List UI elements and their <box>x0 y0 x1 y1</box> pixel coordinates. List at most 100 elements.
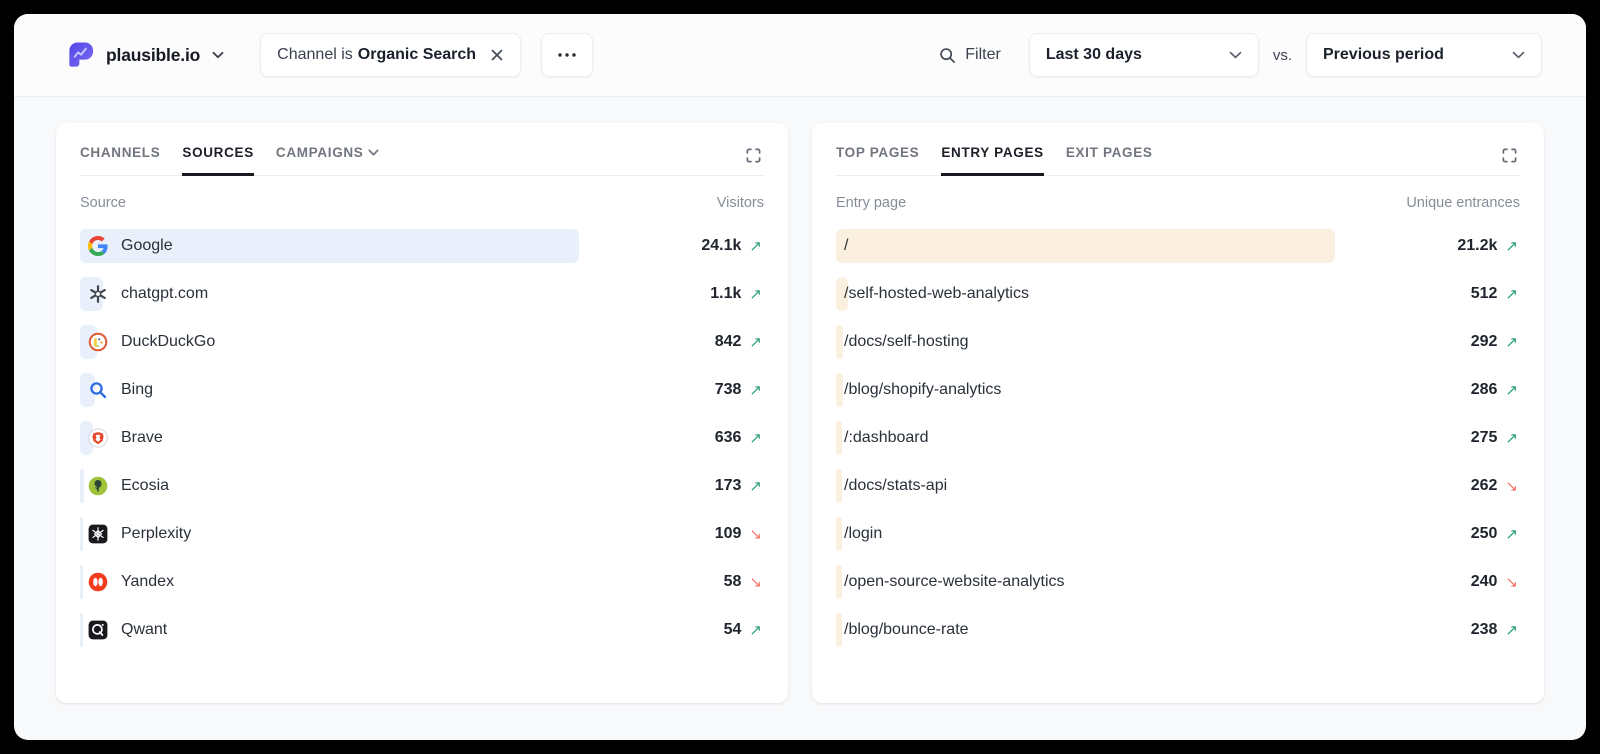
date-range-value: Last 30 days <box>1045 46 1142 63</box>
trend-up-icon: ↗ <box>749 333 762 351</box>
tab-entry-pages[interactable]: ENTRY PAGES <box>941 145 1045 176</box>
tab-campaigns[interactable]: CAMPAIGNS <box>276 145 380 175</box>
row-value: 275 <box>1470 429 1498 446</box>
row-value: 738 <box>714 381 742 398</box>
trend-up-icon: ↗ <box>749 429 762 447</box>
trend-up-icon: ↗ <box>749 237 762 255</box>
tab-label: CAMPAIGNS <box>275 145 364 160</box>
dashboard-body: CHANNELS SOURCES CAMPAIGNS Source Visito… <box>14 97 1586 703</box>
list-item[interactable]: chatgpt.com 1.1k ↗ <box>80 270 764 318</box>
list-item[interactable]: /:dashboard 275 ↗ <box>836 414 1520 462</box>
filter-button[interactable]: Filter <box>939 46 1001 64</box>
qwant-icon <box>88 620 108 640</box>
row-value: 292 <box>1470 333 1498 350</box>
list-item[interactable]: Brave 636 ↗ <box>80 414 764 462</box>
trend-up-icon: ↗ <box>1505 429 1518 447</box>
sources-card: CHANNELS SOURCES CAMPAIGNS Source Visito… <box>56 123 788 703</box>
filter-chip-prefix: Channel is <box>277 46 353 63</box>
list-item[interactable]: / 21.2k ↗ <box>836 222 1520 270</box>
site-switcher[interactable]: plausible.io <box>66 40 224 70</box>
list-item[interactable]: /docs/stats-api 262 ↘ <box>836 462 1520 510</box>
column-header-right: Visitors <box>716 195 764 211</box>
pages-card: TOP PAGES ENTRY PAGES EXIT PAGES Entry p… <box>812 123 1544 703</box>
tab-sources[interactable]: SOURCES <box>182 145 254 176</box>
trend-up-icon: ↗ <box>749 621 762 639</box>
trend-up-icon: ↗ <box>1505 621 1518 639</box>
list-item[interactable]: /blog/shopify-analytics 286 ↗ <box>836 366 1520 414</box>
trend-down-icon: ↘ <box>749 573 762 591</box>
row-label: /self-hosted-web-analytics <box>844 285 1029 302</box>
row-label: /docs/stats-api <box>844 477 948 494</box>
topbar-right: Filter Last 30 days vs. Previous period <box>939 33 1542 77</box>
row-label: Google <box>121 237 173 254</box>
app-window: plausible.io Channel is Organic Search F… <box>14 14 1586 740</box>
column-header-left: Entry page <box>836 195 907 211</box>
list-item[interactable]: /login 250 ↗ <box>836 510 1520 558</box>
row-value: 58 <box>723 573 742 590</box>
row-value: 54 <box>723 621 742 638</box>
trend-down-icon: ↘ <box>1505 573 1518 591</box>
trend-up-icon: ↗ <box>1505 237 1518 255</box>
tab-channels[interactable]: CHANNELS <box>80 145 160 175</box>
row-label: /blog/shopify-analytics <box>844 381 1002 398</box>
expand-icon[interactable] <box>1499 145 1520 166</box>
list-item[interactable]: /blog/bounce-rate 238 ↗ <box>836 606 1520 654</box>
close-icon[interactable] <box>490 48 504 62</box>
row-label: /blog/bounce-rate <box>844 621 969 638</box>
tab-label: SOURCES <box>182 145 254 160</box>
list-item[interactable]: Ecosia 173 ↗ <box>80 462 764 510</box>
row-label: Ecosia <box>121 477 170 494</box>
trend-up-icon: ↗ <box>1505 525 1518 543</box>
vs-label: vs. <box>1272 46 1292 64</box>
bing-icon <box>88 380 108 400</box>
list-item[interactable]: Perplexity 109 ↘ <box>80 510 764 558</box>
list-item[interactable]: Bing 738 ↗ <box>80 366 764 414</box>
row-value: 250 <box>1470 525 1498 542</box>
more-filters-button[interactable] <box>541 33 594 77</box>
topbar: plausible.io Channel is Organic Search F… <box>14 14 1586 97</box>
row-label: DuckDuckGo <box>121 333 216 350</box>
row-value: 1.1k <box>710 285 742 302</box>
expand-icon[interactable] <box>743 145 764 166</box>
column-header-right: Unique entrances <box>1406 195 1520 211</box>
pages-column-headers: Entry page Unique entrances <box>836 176 1520 222</box>
row-label: Brave <box>121 429 163 446</box>
list-item[interactable]: Google 24.1k ↗ <box>80 222 764 270</box>
list-item[interactable]: Qwant 54 ↗ <box>80 606 764 654</box>
compare-value: Previous period <box>1323 46 1444 63</box>
tab-label: EXIT PAGES <box>1065 145 1153 160</box>
filter-chip-value: Organic Search <box>357 46 477 63</box>
row-value: 21.2k <box>1457 237 1498 254</box>
date-range-select[interactable]: Last 30 days <box>1028 33 1259 77</box>
row-value: 636 <box>714 429 742 446</box>
list-item[interactable]: DuckDuckGo 842 ↗ <box>80 318 764 366</box>
filter-chip-channel[interactable]: Channel is Organic Search <box>260 33 522 77</box>
tab-top-pages[interactable]: TOP PAGES <box>836 145 919 175</box>
compare-select[interactable]: Previous period <box>1306 33 1542 77</box>
row-label: /:dashboard <box>844 429 929 446</box>
search-icon <box>939 47 956 64</box>
chevron-down-icon <box>212 51 224 59</box>
row-label: /login <box>844 525 883 542</box>
perplexity-icon <box>88 524 108 544</box>
list-item[interactable]: Yandex 58 ↘ <box>80 558 764 606</box>
sources-column-headers: Source Visitors <box>80 176 764 222</box>
chevron-down-icon <box>1512 51 1525 59</box>
row-label: / <box>844 237 849 254</box>
row-value: 262 <box>1470 477 1498 494</box>
list-item[interactable]: /docs/self-hosting 292 ↗ <box>836 318 1520 366</box>
column-header-left: Source <box>80 195 126 211</box>
trend-up-icon: ↗ <box>1505 381 1518 399</box>
list-item[interactable]: /self-hosted-web-analytics 512 ↗ <box>836 270 1520 318</box>
tab-label: TOP PAGES <box>836 145 920 160</box>
row-value: 286 <box>1470 381 1498 398</box>
row-label: Yandex <box>121 573 175 590</box>
ellipsis-icon <box>557 52 577 58</box>
site-name: plausible.io <box>106 44 201 65</box>
sources-tabs-row: CHANNELS SOURCES CAMPAIGNS <box>80 145 764 176</box>
tab-exit-pages[interactable]: EXIT PAGES <box>1066 145 1153 175</box>
trend-up-icon: ↗ <box>749 285 762 303</box>
row-label: Qwant <box>121 621 168 638</box>
list-item[interactable]: /open-source-website-analytics 240 ↘ <box>836 558 1520 606</box>
plausible-logo-icon <box>66 40 96 70</box>
